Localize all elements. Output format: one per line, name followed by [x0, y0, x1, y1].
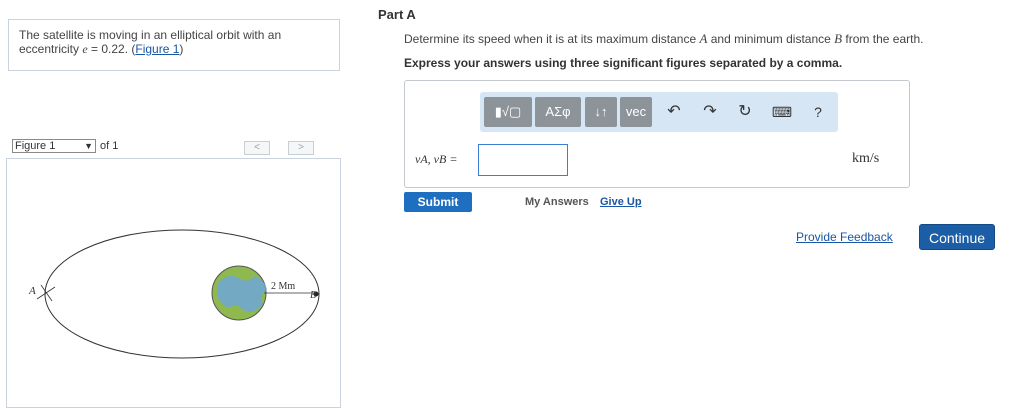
templates-button[interactable]: ▮√▢	[484, 97, 532, 127]
answer-input[interactable]	[478, 144, 568, 176]
vector-button[interactable]: vec	[620, 97, 652, 127]
figure-select-value: Figure 1	[15, 140, 56, 152]
orbit-diagram: A B 2 Mm	[28, 229, 320, 359]
problem-text-after: )	[179, 42, 184, 56]
help-icon[interactable]: ?	[808, 100, 828, 124]
undo-icon[interactable]: ↶	[664, 100, 684, 124]
figure-count: of 1	[100, 140, 119, 152]
part-title: Part A	[378, 7, 416, 22]
figure-link[interactable]: Figure 1	[135, 42, 179, 56]
answer-label: vA, vB =	[415, 152, 458, 166]
figure-panel: A B 2 Mm	[6, 158, 341, 408]
provide-feedback-link[interactable]: Provide Feedback	[796, 230, 893, 244]
next-figure-button[interactable]: >	[288, 141, 314, 155]
continue-button[interactable]: Continue	[919, 224, 995, 250]
orbit-ellipse	[44, 229, 320, 359]
problem-text-mid: = 0.22. (	[87, 42, 136, 56]
my-answers-label: My Answers	[525, 196, 589, 208]
submit-button[interactable]: Submit	[404, 192, 472, 212]
give-up-link[interactable]: Give Up	[600, 196, 642, 208]
greek-symbols-button[interactable]: ΑΣφ	[535, 97, 581, 127]
instruction-text: Express your answers using three signifi…	[404, 56, 843, 70]
satellite-mark-2	[36, 286, 56, 300]
answer-units: km/s	[852, 151, 880, 166]
keyboard-icon[interactable]: ⌨	[770, 100, 794, 124]
question-b: and minimum distance	[707, 32, 835, 46]
label-distance: 2 Mm	[271, 281, 295, 292]
arrows-button[interactable]: ↓↑	[585, 97, 617, 127]
redo-icon[interactable]: ↷	[700, 100, 720, 124]
reset-icon[interactable]: ↻	[735, 100, 755, 124]
chevron-down-icon: ▼	[84, 141, 93, 151]
label-b: B	[310, 290, 316, 301]
figure-select[interactable]: Figure 1 ▼	[12, 139, 96, 153]
question-a: Determine its speed when it is at its ma…	[404, 32, 700, 46]
problem-statement: The satellite is moving in an elliptical…	[8, 19, 340, 71]
label-a: A	[28, 285, 36, 297]
prev-figure-button[interactable]: <	[244, 141, 270, 155]
question-c: from the earth.	[842, 32, 924, 46]
var-b: B	[834, 31, 843, 46]
question-text: Determine its speed when it is at its ma…	[404, 31, 923, 47]
